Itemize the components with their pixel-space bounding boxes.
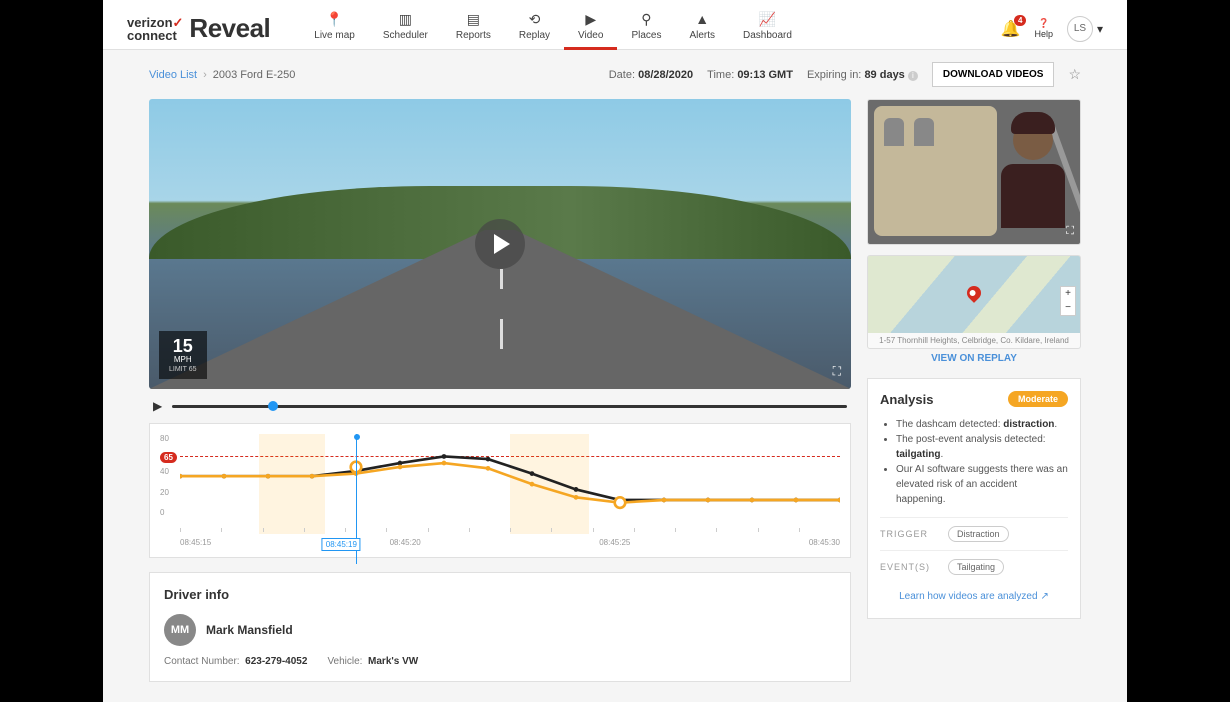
help-icon: ❓	[1038, 18, 1049, 29]
view-on-replay-link[interactable]: VIEW ON REPLAY	[867, 349, 1081, 368]
map-zoom-out-button[interactable]: −	[1061, 301, 1075, 315]
speed-chart-panel: 80 40 20 0 65 08:45:1508:45:2008:45:2508…	[149, 423, 851, 558]
external-link-icon: ↗	[1041, 591, 1049, 602]
scrubber-thumb[interactable]	[268, 401, 278, 411]
notifications-count: 4	[1014, 15, 1026, 26]
chevron-right-icon: ›	[203, 69, 207, 81]
driver-info-panel: Driver info MM Mark Mansfield Contact Nu…	[149, 572, 851, 682]
app-header: verizon✓ connect Reveal 📍Live map▥Schedu…	[103, 0, 1127, 50]
nav-scheduler[interactable]: ▥Scheduler	[369, 7, 442, 50]
nav-replay[interactable]: ⟲Replay	[505, 7, 564, 50]
map-zoom-in-button[interactable]: +	[1061, 287, 1075, 301]
nav-dashboard[interactable]: 📈Dashboard	[729, 7, 806, 50]
nav-places[interactable]: ⚲Places	[617, 7, 675, 50]
time-field: Time: 09:13 GMT	[707, 69, 793, 81]
nav-icon: 📈	[759, 11, 775, 27]
nav-icon: ⚲	[638, 11, 654, 27]
analysis-bullet: The post-event analysis detected: tailga…	[896, 432, 1068, 462]
learn-analysis-link[interactable]: Learn how videos are analyzed↗	[880, 583, 1068, 606]
nav-icon: ▤	[465, 11, 481, 27]
analysis-bullet: The dashcam detected: distraction.	[896, 417, 1068, 432]
nav-video[interactable]: ▶Video	[564, 7, 617, 50]
favorite-star-icon[interactable]: ☆	[1068, 66, 1081, 83]
breadcrumb-video-list[interactable]: Video List	[149, 69, 197, 81]
chart-x-axis: 08:45:1508:45:2008:45:2508:45:3008:45:19	[160, 538, 840, 547]
driver-name: Mark Mansfield	[206, 623, 293, 637]
driver-avatar: MM	[164, 614, 196, 646]
severity-badge: Moderate	[1008, 391, 1068, 407]
timeline-play-icon[interactable]: ▶	[153, 399, 162, 413]
event-tag: Tailgating	[948, 559, 1004, 575]
user-avatar: LS	[1067, 16, 1093, 42]
thumbnail-fullscreen-icon[interactable]: ⛶	[1066, 225, 1074, 238]
main-nav: 📍Live map▥Scheduler▤Reports⟲Replay▶Video…	[300, 7, 806, 50]
notifications-bell-icon[interactable]: 🔔4	[1001, 19, 1021, 39]
front-dashcam-video[interactable]: 15 MPH LIMIT 65 ⛶	[149, 99, 851, 389]
trigger-tag: Distraction	[948, 526, 1009, 542]
date-field: Date: 08/28/2020	[609, 69, 693, 81]
nav-reports[interactable]: ▤Reports	[442, 7, 505, 50]
analysis-title: Analysis	[880, 392, 933, 407]
fullscreen-icon[interactable]: ⛶	[833, 364, 841, 379]
info-icon[interactable]: i	[908, 71, 918, 81]
trigger-row: TRIGGER Distraction	[880, 517, 1068, 550]
speed-overlay: 15 MPH LIMIT 65	[159, 331, 207, 379]
expiry-field: Expiring in: 89 days i	[807, 69, 918, 81]
download-videos-button[interactable]: DOWNLOAD VIDEOS	[932, 62, 1055, 87]
scrubber[interactable]	[172, 405, 847, 408]
chevron-down-icon: ▾	[1097, 22, 1103, 36]
speed-limit-badge: 65	[160, 452, 177, 463]
driver-contact: Contact Number: 623-279-4052	[164, 656, 307, 667]
play-button[interactable]	[475, 219, 525, 269]
nav-icon: ⟲	[526, 11, 542, 27]
driver-vehicle: Vehicle: Mark's VW	[327, 656, 418, 667]
subheader: Video List › 2003 Ford E-250 Date: 08/28…	[103, 50, 1127, 99]
nav-alerts[interactable]: ▲Alerts	[675, 7, 729, 50]
analysis-panel: Analysis Moderate The dashcam detected: …	[867, 378, 1081, 619]
analysis-bullet: Our AI software suggests there was an el…	[896, 462, 1068, 507]
brand-logo: verizon✓ connect Reveal	[127, 13, 270, 44]
breadcrumb-current: 2003 Ford E-250	[213, 69, 296, 81]
analysis-findings: The dashcam detected: distraction.The po…	[880, 417, 1068, 507]
nav-icon: ▶	[583, 11, 599, 27]
nav-icon: ▲	[694, 11, 710, 27]
nav-icon: 📍	[327, 11, 343, 27]
help-button[interactable]: ❓Help	[1034, 18, 1053, 39]
nav-live-map[interactable]: 📍Live map	[300, 7, 369, 50]
events-row: EVENT(S) Tailgating	[880, 550, 1068, 583]
panel-title: Driver info	[164, 587, 836, 602]
map-address: 1-57 Thornhill Heights, Celbridge, Co. K…	[868, 333, 1080, 348]
location-map[interactable]: + − 1-57 Thornhill Heights, Celbridge, C…	[867, 255, 1081, 349]
nav-icon: ▥	[397, 11, 413, 27]
user-menu[interactable]: LS ▾	[1067, 16, 1103, 42]
cabin-dashcam-thumbnail[interactable]: ⛶	[867, 99, 1081, 245]
video-timeline: ▶	[149, 389, 851, 423]
